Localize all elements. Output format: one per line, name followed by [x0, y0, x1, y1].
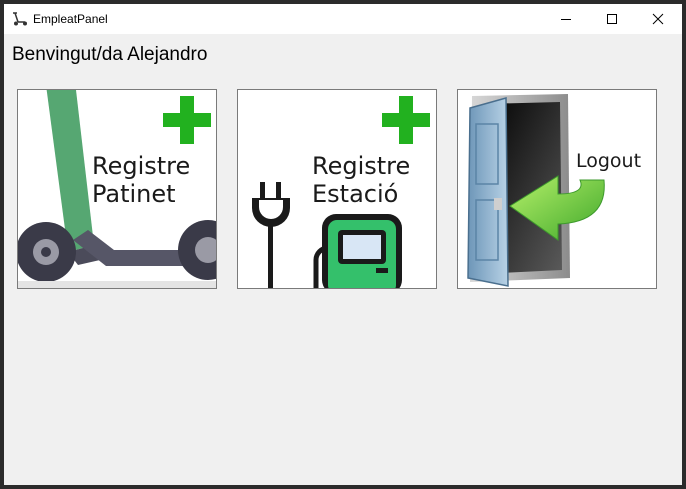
- register-scooter-line2: Patinet: [92, 180, 176, 208]
- register-station-line2: Estació: [312, 180, 399, 208]
- welcome-label: Benvingut/da Alejandro: [12, 44, 208, 65]
- minimize-button[interactable]: [543, 4, 589, 34]
- register-station-label: Registre Estació: [312, 152, 410, 208]
- logout-label: Logout: [576, 150, 642, 172]
- register-station-line1: Registre: [312, 152, 411, 180]
- register-scooter-button[interactable]: Registre Patinet: [17, 89, 217, 289]
- register-station-button[interactable]: Registre Estació: [237, 89, 437, 289]
- maximize-icon: [607, 14, 617, 24]
- close-button[interactable]: [635, 4, 681, 34]
- scooter-icon: [13, 12, 27, 26]
- register-scooter-line1: Registre: [92, 152, 191, 180]
- maximize-button[interactable]: [589, 4, 635, 34]
- title-bar[interactable]: EmpleatPanel: [4, 4, 682, 34]
- close-icon: [652, 13, 664, 25]
- register-scooter-label: Registre Patinet: [92, 152, 190, 208]
- app-window: EmpleatPanel Benvingut/da Alejandro Regi…: [4, 4, 682, 485]
- window-title: EmpleatPanel: [33, 12, 108, 26]
- logout-door-icon: [467, 94, 605, 287]
- minimize-icon: [561, 19, 571, 20]
- logout-button[interactable]: Logout: [457, 89, 657, 289]
